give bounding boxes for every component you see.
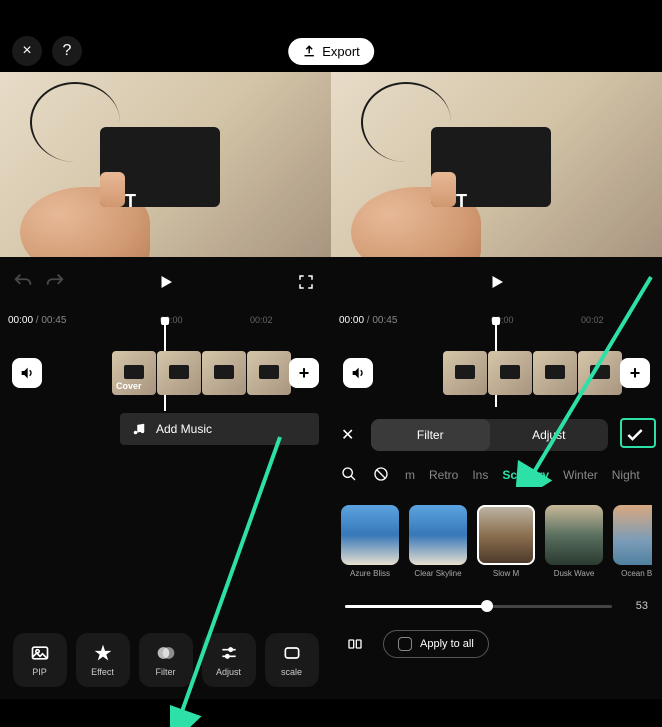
time-total: 00:45 [41, 315, 66, 326]
star-icon [93, 643, 113, 663]
time-separator: / [33, 315, 41, 326]
timeline-clip[interactable] [443, 351, 487, 395]
filter-ocean-blue[interactable]: Ocean Blue [613, 505, 652, 578]
add-clip-button[interactable]: + [289, 358, 319, 388]
preview-right[interactable]: T [331, 72, 662, 257]
undo-button[interactable] [12, 271, 34, 293]
timeline-clip[interactable] [157, 351, 201, 395]
pip-label: PIP [32, 667, 47, 677]
filter-name: Slow M [477, 569, 535, 578]
category-retro[interactable]: Retro [429, 468, 458, 482]
category-ins[interactable]: Ins [472, 468, 488, 482]
circles-icon [156, 643, 176, 663]
text-overlay-marker: T [125, 191, 136, 212]
check-icon [625, 425, 645, 445]
filter-azure-bliss[interactable]: Azure Bliss [341, 505, 399, 578]
play-button[interactable] [157, 273, 175, 291]
add-music-button[interactable]: Add Music [120, 413, 319, 445]
filter-dusk-wave[interactable]: Dusk Wave [545, 505, 603, 578]
checkbox-icon [398, 637, 412, 651]
time-total: 00:45 [372, 315, 397, 326]
timeline-clip[interactable] [488, 351, 532, 395]
category-night[interactable]: Night [612, 468, 640, 482]
search-icon [341, 466, 357, 482]
timeline-clip[interactable] [202, 351, 246, 395]
scale-tool[interactable]: scale [265, 633, 319, 687]
upload-icon [302, 44, 316, 58]
fullscreen-button[interactable] [297, 273, 315, 291]
timeline-clip[interactable] [533, 351, 577, 395]
filter-name: Clear Skyline [409, 569, 467, 578]
redo-button[interactable] [44, 271, 66, 293]
search-button[interactable] [341, 466, 359, 485]
preview-left[interactable]: T [0, 72, 331, 257]
filter-name: Ocean Blue [613, 569, 652, 578]
sliders-icon [219, 643, 239, 663]
text-overlay-marker: T [456, 191, 467, 212]
play-button[interactable] [488, 273, 506, 291]
volume-button[interactable] [12, 358, 42, 388]
apply-to-all-button[interactable]: Apply to all [383, 630, 489, 658]
time-current: 00:00 [339, 315, 364, 326]
close-button[interactable]: × [12, 36, 42, 66]
adjust-label: Adjust [216, 667, 241, 677]
panel-close-button[interactable]: ✕ [341, 425, 361, 445]
no-filter-button[interactable] [373, 466, 391, 485]
export-button[interactable]: Export [288, 38, 374, 65]
tab-adjust[interactable]: Adjust [490, 419, 609, 451]
compare-icon [347, 636, 363, 652]
filter-name: Azure Bliss [341, 569, 399, 578]
scale-icon [282, 643, 302, 663]
filter-label: Filter [156, 667, 176, 677]
intensity-value: 53 [624, 600, 648, 612]
music-icon [132, 422, 146, 436]
volume-button[interactable] [343, 358, 373, 388]
category-scenery[interactable]: Scenery [502, 468, 549, 482]
pip-tool[interactable]: PIP [13, 633, 67, 687]
category-item[interactable]: m [405, 468, 415, 482]
timeline-clip[interactable] [247, 351, 291, 395]
confirm-button[interactable] [618, 420, 652, 450]
image-icon [30, 643, 50, 663]
effect-tool[interactable]: Effect [76, 633, 130, 687]
intensity-slider[interactable] [345, 605, 612, 608]
effect-label: Effect [91, 667, 114, 677]
adjust-tool[interactable]: Adjust [202, 633, 256, 687]
prohibit-icon [373, 466, 389, 482]
tab-filter[interactable]: Filter [371, 419, 490, 451]
time-separator: / [364, 315, 372, 326]
apply-label: Apply to all [420, 638, 474, 650]
filter-name: Dusk Wave [545, 569, 603, 578]
time-tick: 00:02 [581, 315, 604, 325]
filter-slow[interactable]: Slow M [477, 505, 535, 578]
timeline-clip[interactable] [578, 351, 622, 395]
scale-label: scale [281, 667, 302, 677]
time-current: 00:00 [8, 315, 33, 326]
filter-clear-skyline[interactable]: Clear Skyline [409, 505, 467, 578]
category-winter[interactable]: Winter [563, 468, 598, 482]
cover-clip[interactable] [112, 351, 156, 395]
add-music-label: Add Music [156, 422, 212, 436]
filter-tool[interactable]: Filter [139, 633, 193, 687]
time-tick: 00:02 [250, 315, 273, 325]
help-button[interactable]: ? [52, 36, 82, 66]
compare-button[interactable] [341, 630, 369, 658]
add-clip-button[interactable]: + [620, 358, 650, 388]
export-label: Export [322, 44, 360, 59]
